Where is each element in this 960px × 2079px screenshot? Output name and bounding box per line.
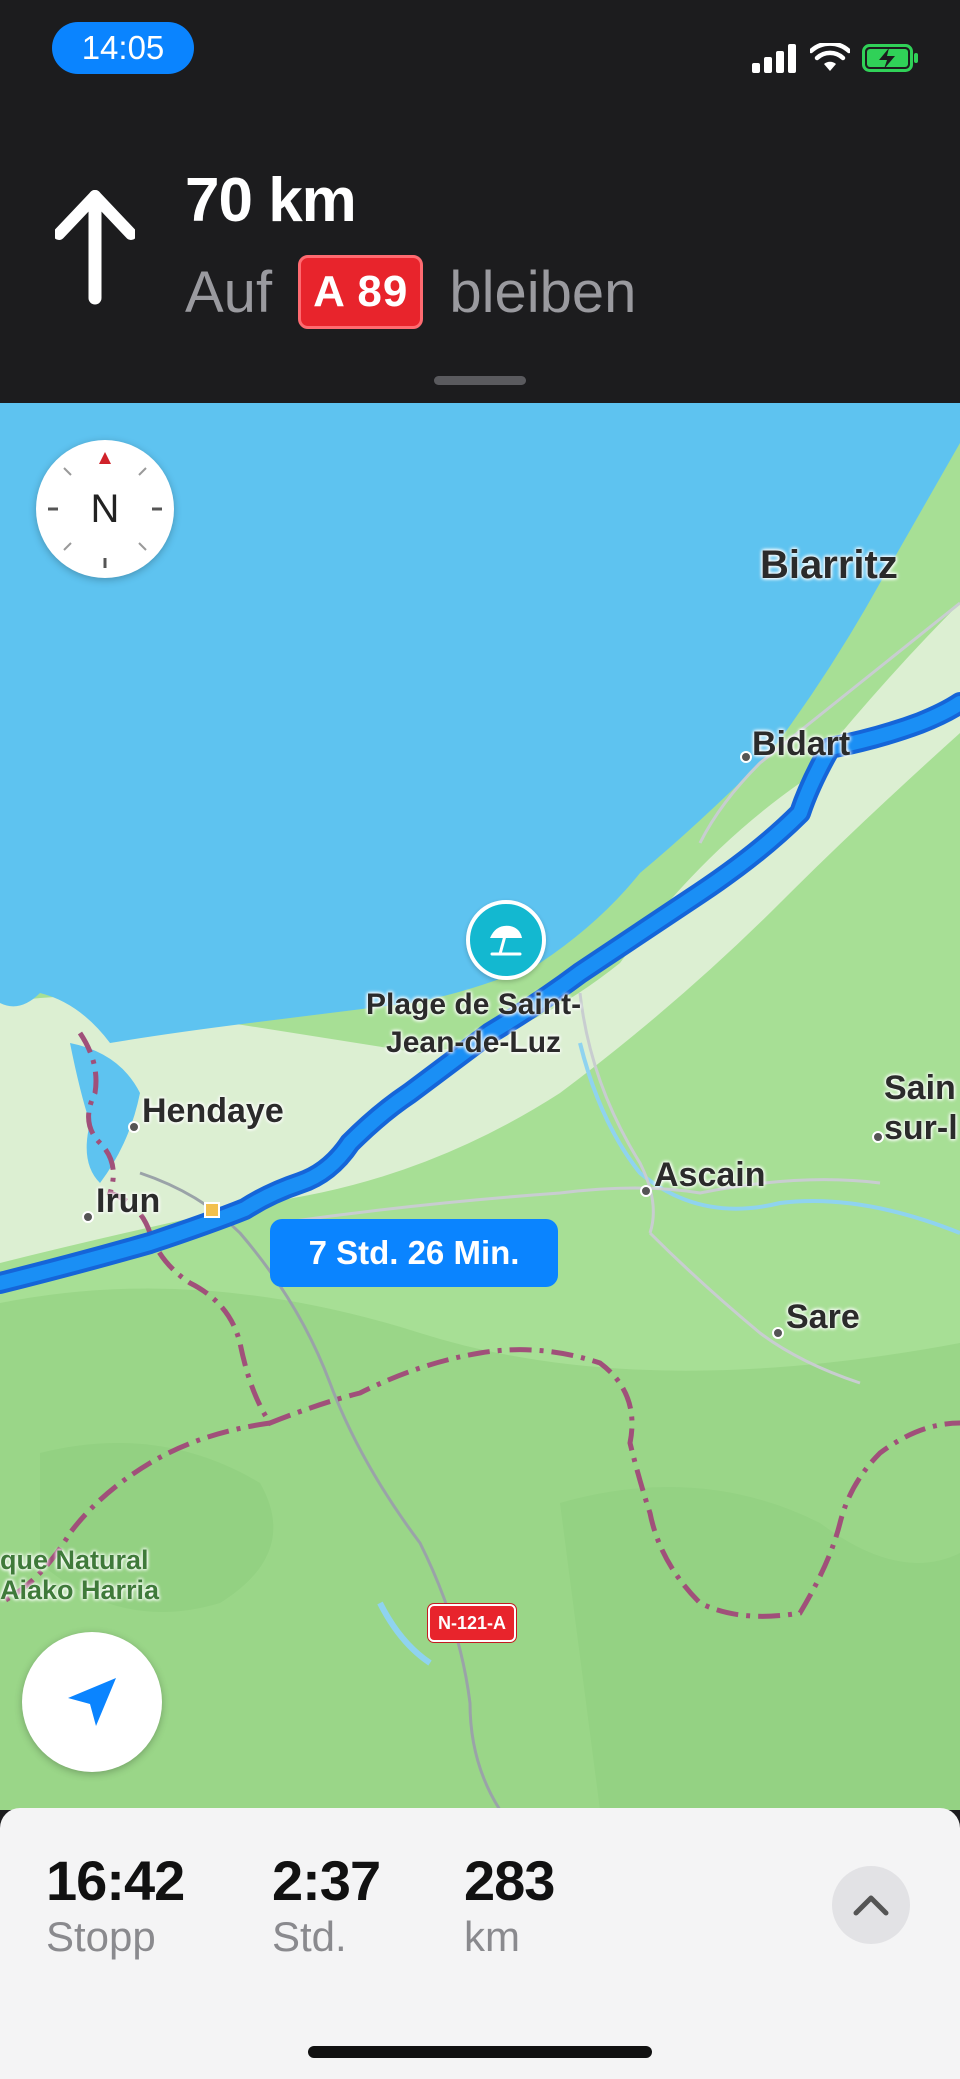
cellular-signal-icon (752, 44, 796, 73)
town-dot-saint (872, 1131, 884, 1143)
road-badge-n121a: N-121-A (428, 1604, 517, 1642)
park-label-line2: Aiako Harria (0, 1575, 160, 1605)
town-dot-ascain (640, 1185, 652, 1197)
distance-label: km (464, 1913, 520, 1960)
locate-me-button[interactable] (22, 1632, 162, 1772)
poi-label-line1: Plage de Saint- (366, 988, 582, 1021)
route-duration-bubble[interactable]: 7 Std. 26 Min. (270, 1219, 558, 1287)
arrival-time: 16:42 (46, 1849, 185, 1912)
maneuver-instruction: Auf A 89 bleiben (185, 255, 636, 329)
instruction-prefix: Auf (185, 259, 273, 325)
arrival-label: Stopp (46, 1913, 156, 1960)
location-arrow-icon (68, 1678, 116, 1726)
sheet-grabber[interactable] (434, 376, 526, 385)
town-dot-hendaye (128, 1121, 140, 1133)
road-shield-a89: A 89 (298, 255, 424, 329)
poi-label-line2: Jean-de-Luz (386, 1026, 562, 1059)
status-time: 14:05 (52, 22, 194, 74)
remaining-duration: 2:37 (272, 1849, 381, 1912)
town-label-saint-line2: sur-l (884, 1109, 958, 1147)
poi-label-plage-saint-jean-de-luz: Plage de Saint- Jean-de-Luz (366, 986, 581, 1062)
duration-stat: 2:37 Std. (272, 1848, 381, 1961)
town-dot-bidart (740, 751, 752, 763)
chevron-up-icon (853, 1895, 889, 1916)
beach-poi-pin[interactable] (466, 900, 546, 980)
town-dot-irun (82, 1211, 94, 1223)
status-icons (752, 38, 920, 78)
wifi-icon (810, 43, 850, 71)
home-indicator[interactable] (308, 2046, 652, 2058)
town-label-saint-line1: Sain (884, 1069, 956, 1107)
remaining-distance: 283 (464, 1849, 555, 1912)
town-label-irun: Irun (96, 1182, 161, 1220)
town-label-bidart: Bidart (752, 725, 851, 763)
town-label-ascain: Ascain (654, 1156, 766, 1194)
duration-label: Std. (272, 1913, 347, 1960)
navigation-banner[interactable]: 14:05 70 km Auf A 89 bleiben (0, 0, 960, 403)
compass-button[interactable]: N (36, 440, 174, 578)
beach-umbrella-icon (490, 925, 522, 956)
park-label-line1: que Natural (0, 1545, 149, 1575)
town-label-saint: Sain sur-l (884, 1068, 958, 1148)
arrow-straight-up-icon (55, 190, 135, 305)
town-label-sare: Sare (786, 1298, 860, 1336)
maneuver-distance: 70 km (185, 166, 357, 235)
distance-stat: 283 km (464, 1848, 555, 1961)
expand-sheet-button[interactable] (832, 1866, 910, 1944)
battery-charging-icon (862, 44, 918, 72)
city-label-biarritz: Biarritz (760, 543, 898, 587)
park-label-aiako-harria: que Natural Aiako Harria (0, 1545, 159, 1605)
town-dot-sare (772, 1327, 784, 1339)
trip-summary-sheet[interactable]: 16:42 Stopp 2:37 Std. 283 km (0, 1808, 960, 2079)
town-label-hendaye: Hendaye (142, 1092, 284, 1130)
instruction-suffix: bleiben (449, 259, 637, 325)
compass-north-label: N (90, 486, 120, 531)
map-view[interactable]: Biarritz Bidart Plage de Saint- Jean-de-… (0, 403, 960, 1810)
arrival-stat: 16:42 Stopp (46, 1848, 185, 1961)
